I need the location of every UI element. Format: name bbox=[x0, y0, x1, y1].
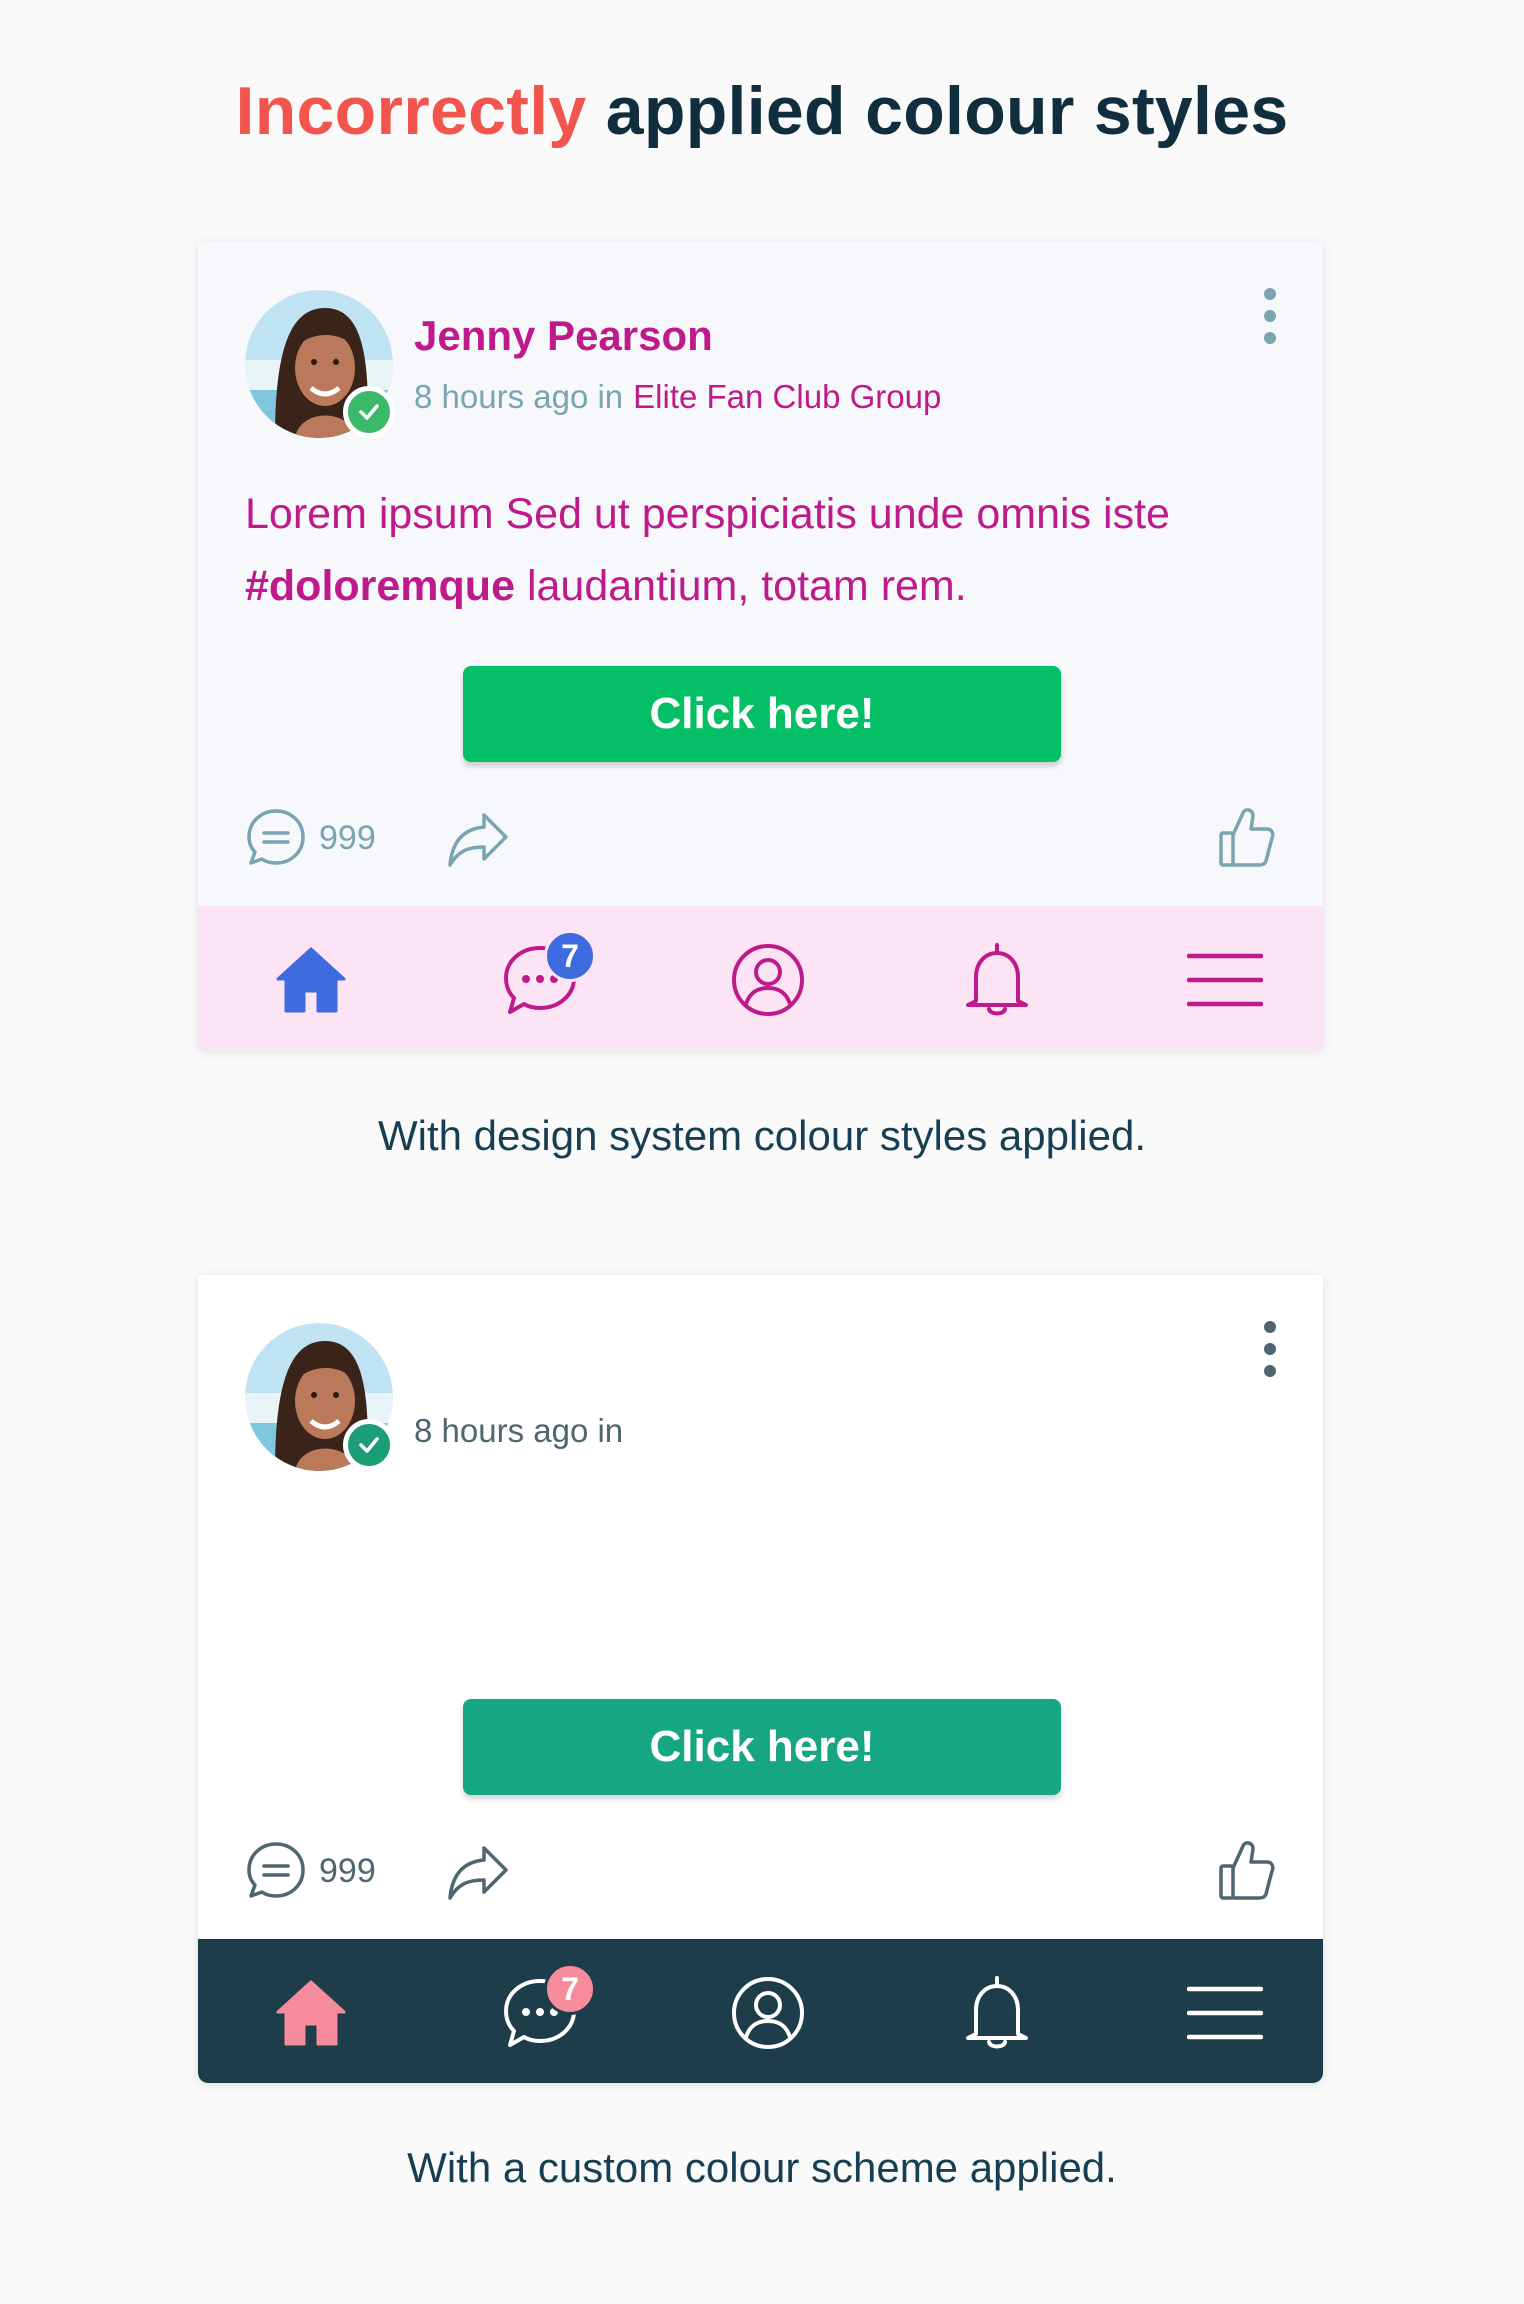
menu-icon bbox=[1187, 1986, 1263, 2040]
post-meta: 8 hours ago in Elite Fan Club Group bbox=[414, 378, 941, 416]
nav-profile[interactable] bbox=[728, 940, 808, 1020]
thumbs-up-icon bbox=[1219, 808, 1275, 867]
chat-badge: 7 bbox=[544, 1963, 596, 2015]
profile-icon bbox=[732, 1977, 804, 2049]
avatar[interactable] bbox=[245, 290, 395, 438]
comment-button[interactable]: 999 bbox=[245, 1840, 376, 1902]
cta-button[interactable]: Click here! bbox=[463, 666, 1061, 762]
post-body-text: Lorem ipsum Sed ut perspiciatis unde omn… bbox=[245, 490, 1170, 538]
bottom-nav: 7 bbox=[198, 906, 1323, 1050]
post-card-design-system: Jenny Pearson 8 hours ago in Elite Fan Cl… bbox=[198, 242, 1323, 1050]
like-button[interactable] bbox=[1217, 1838, 1275, 1907]
more-vertical-icon[interactable] bbox=[1263, 288, 1277, 344]
post-meta: 8 hours ago in bbox=[414, 1412, 623, 1450]
page-heading: Incorrectly applied colour styles bbox=[0, 72, 1524, 150]
group-link[interactable]: Elite Fan Club Group bbox=[633, 378, 941, 415]
nav-home[interactable] bbox=[271, 940, 351, 1020]
like-button[interactable] bbox=[1217, 805, 1275, 874]
caption-design-system: With design system colour styles applied… bbox=[378, 1112, 1146, 1159]
nav-notifications[interactable] bbox=[957, 940, 1037, 1020]
thumbs-up-icon bbox=[1219, 1841, 1275, 1900]
post-time: 8 hours ago in bbox=[414, 378, 624, 415]
comment-icon bbox=[247, 809, 305, 865]
home-icon bbox=[276, 947, 346, 1013]
verified-check-icon bbox=[343, 386, 395, 438]
caption-custom-scheme: With a custom colour scheme applied. bbox=[407, 2144, 1117, 2191]
verified-check-icon bbox=[343, 1419, 395, 1471]
nav-profile[interactable] bbox=[728, 1973, 808, 2053]
bell-icon bbox=[966, 1976, 1028, 2049]
comment-count: 999 bbox=[319, 1851, 376, 1890]
post-card-custom-scheme: 8 hours ago in Click here! 999 7 bbox=[198, 1275, 1323, 2083]
profile-icon bbox=[732, 944, 804, 1016]
share-button[interactable] bbox=[446, 809, 510, 876]
nav-home[interactable] bbox=[271, 1973, 351, 2053]
post-time: 8 hours ago in bbox=[414, 1412, 624, 1449]
nav-menu[interactable] bbox=[1185, 940, 1265, 1020]
nav-chat[interactable]: 7 bbox=[500, 930, 596, 1020]
post-body-end: laudantium, totam rem. bbox=[526, 562, 967, 610]
post-actions: 999 bbox=[198, 1840, 1323, 1910]
avatar[interactable] bbox=[245, 1323, 395, 1471]
post-body: Lorem ipsum Sed ut perspiciatis unde omn… bbox=[245, 478, 1285, 622]
comment-count: 999 bbox=[319, 818, 376, 857]
more-vertical-icon[interactable] bbox=[1263, 1321, 1277, 1377]
hashtag-link[interactable]: #doloremque bbox=[245, 562, 515, 610]
nav-chat[interactable]: 7 bbox=[500, 1963, 596, 2053]
heading-highlight: Incorrectly bbox=[235, 73, 587, 149]
comment-button[interactable]: 999 bbox=[245, 807, 376, 869]
chat-badge: 7 bbox=[544, 930, 596, 982]
bell-icon bbox=[966, 943, 1028, 1016]
heading-rest: applied colour styles bbox=[605, 73, 1289, 149]
home-icon bbox=[276, 1980, 346, 2046]
share-icon bbox=[448, 813, 508, 867]
nav-menu[interactable] bbox=[1185, 1973, 1265, 2053]
bottom-nav: 7 bbox=[198, 1939, 1323, 2083]
nav-notifications[interactable] bbox=[957, 1973, 1037, 2053]
comment-icon bbox=[247, 1842, 305, 1898]
cta-button[interactable]: Click here! bbox=[463, 1699, 1061, 1795]
post-actions: 999 bbox=[198, 807, 1323, 877]
menu-icon bbox=[1187, 953, 1263, 1007]
share-button[interactable] bbox=[446, 1842, 510, 1909]
share-icon bbox=[448, 1846, 508, 1900]
author-name[interactable]: Jenny Pearson bbox=[414, 312, 713, 360]
